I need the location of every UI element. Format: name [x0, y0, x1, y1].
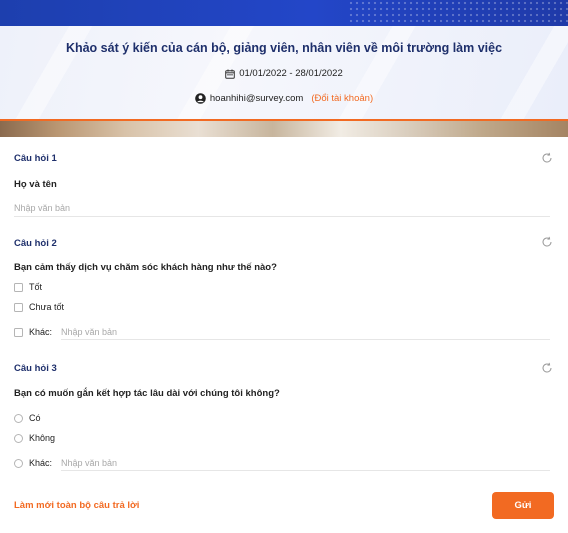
option-chua-tot[interactable]: Chưa tốt — [14, 301, 64, 313]
date-range-row: 01/01/2022 - 28/01/2022 — [0, 68, 568, 79]
radio-button[interactable] — [14, 458, 23, 468]
checkbox[interactable] — [14, 282, 23, 292]
calendar-icon — [225, 69, 236, 79]
question-3-label: Câu hỏi 3 — [14, 363, 57, 374]
date-range: 01/01/2022 - 28/01/2022 — [239, 68, 343, 79]
option-khong[interactable]: Không — [14, 432, 55, 444]
other-text-input[interactable] — [61, 324, 550, 340]
checkbox[interactable] — [14, 327, 23, 337]
radio-button[interactable] — [14, 433, 23, 443]
question-1-text: Họ và tên — [14, 179, 57, 190]
option-tot[interactable]: Tốt — [14, 281, 42, 293]
clear-all-answers-link[interactable]: Làm mới toàn bộ câu trả lời — [14, 500, 139, 511]
switch-account-link[interactable]: (Đổi tài khoản) — [311, 93, 373, 104]
option-label: Khác: — [29, 458, 53, 468]
survey-header: Khảo sát ý kiến của cán bộ, giảng viên, … — [0, 26, 568, 119]
top-banner — [0, 0, 568, 26]
refresh-icon[interactable] — [541, 362, 553, 374]
banner-dot-pattern — [348, 0, 568, 26]
option-label: Tốt — [29, 282, 43, 292]
option-other[interactable]: Khác: — [14, 326, 52, 338]
question-2-text: Bạn cảm thấy dịch vụ chăm sóc khách hàng… — [14, 262, 277, 273]
background-photo — [0, 121, 568, 137]
option-label: Chưa tốt — [29, 302, 65, 312]
account-email: hoanhihi@survey.com — [209, 93, 304, 104]
other-text-input[interactable] — [61, 455, 550, 471]
option-label: Có — [29, 413, 41, 423]
option-co[interactable]: Có — [14, 412, 41, 424]
checkbox[interactable] — [14, 302, 23, 312]
question-2-label: Câu hỏi 2 — [14, 238, 57, 249]
account-row: hoanhihi@survey.com (Đổi tài khoản) — [0, 93, 568, 104]
option-other[interactable]: Khác: — [14, 457, 52, 469]
question-1-label: Câu hỏi 1 — [14, 153, 57, 164]
name-input[interactable] — [14, 199, 550, 217]
option-label: Không — [29, 433, 56, 443]
option-label: Khác: — [29, 327, 53, 337]
user-icon — [195, 93, 206, 104]
question-3-text: Bạn có muốn gắn kết hợp tác lâu dài với … — [14, 388, 280, 399]
radio-button[interactable] — [14, 413, 23, 423]
survey-title: Khảo sát ý kiến của cán bộ, giảng viên, … — [65, 41, 503, 55]
survey-form: Câu hỏi 1 Họ và tên Câu hỏi 2 Bạn cảm th… — [6, 137, 568, 533]
submit-button[interactable]: Gửi — [492, 492, 554, 519]
refresh-icon[interactable] — [541, 152, 553, 164]
refresh-icon[interactable] — [541, 236, 553, 248]
